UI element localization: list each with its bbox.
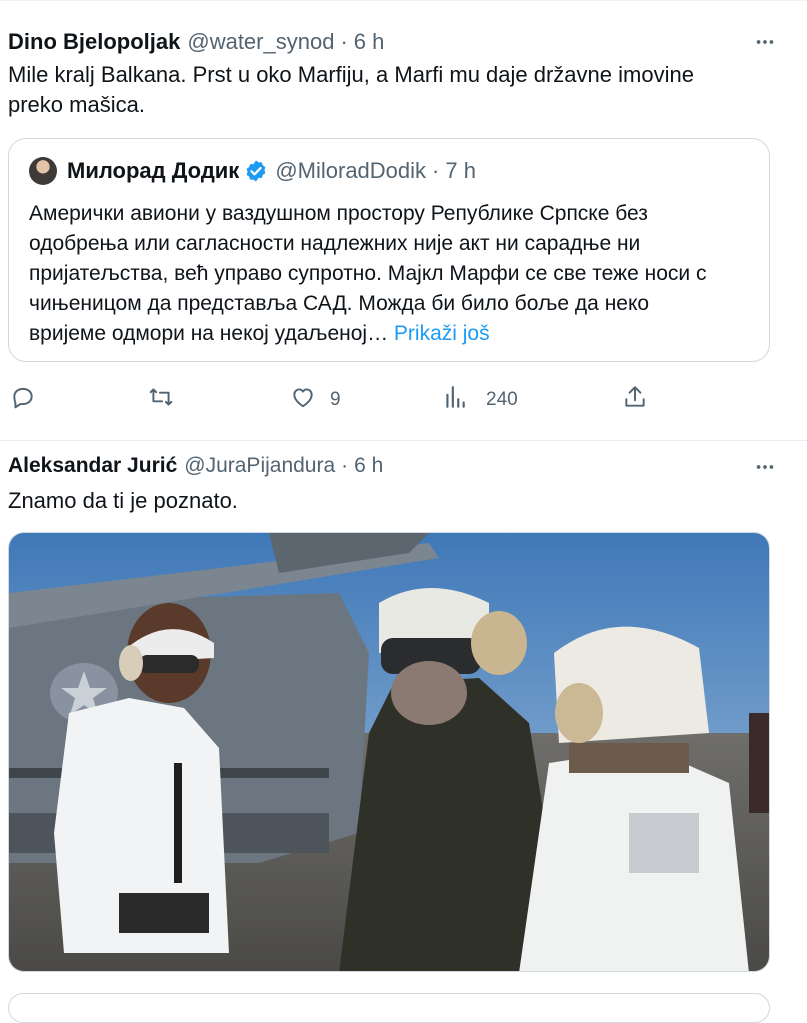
quote-text-line: чињеницом да представља САД. Можда би би… [29, 292, 650, 315]
tweet-2[interactable]: Aleksandar Jurić @JuraPijandura · 6 h Zn… [0, 441, 807, 1023]
reply-button[interactable] [10, 380, 36, 420]
quoted-tweet[interactable]: Милорад Додик @MiloradDodik · 7 h Америч… [8, 138, 770, 362]
tweet-photo[interactable] [8, 532, 770, 972]
quote-author-name[interactable]: Милорад Додик [67, 158, 239, 184]
separator: · [340, 29, 348, 54]
avatar[interactable] [29, 157, 57, 185]
quote-timestamp[interactable]: 7 h [445, 158, 476, 184]
show-more-link[interactable]: Prikaži još [394, 322, 490, 345]
tweet-text-line: preko mašica. [8, 92, 145, 117]
quote-author-handle[interactable]: @MiloradDodik [275, 158, 426, 184]
more-icon[interactable] [753, 30, 777, 54]
tweet-header: Dino Bjelopoljak @water_synod · 6 h [8, 28, 384, 56]
next-card-preview [8, 993, 770, 1023]
like-button[interactable]: 9 [290, 380, 341, 420]
timestamp[interactable]: 6 h [354, 28, 385, 56]
author-name[interactable]: Dino Bjelopoljak [8, 28, 180, 56]
photo-illustration [9, 533, 769, 971]
like-count: 9 [330, 389, 341, 410]
author-name[interactable]: Aleksandar Jurić [8, 452, 177, 480]
quote-text-line: Амерички авиони у ваздушном простору Реп… [29, 202, 648, 225]
quote-text-line-last: вријеме одмори на некој удаљеној… Prikaž… [29, 319, 706, 349]
share-icon [622, 384, 648, 416]
retweet-button[interactable] [148, 380, 174, 420]
quote-text-line: пријатељства, већ управо супротно. Мајкл… [29, 262, 707, 285]
tweet-text: Znamo da ti je poznato. [8, 488, 238, 513]
share-button[interactable] [622, 380, 648, 420]
views-icon [442, 384, 468, 416]
author-handle[interactable]: @water_synod [187, 28, 334, 56]
quote-text-line: одобрења или сагласности надлежних није … [29, 232, 641, 255]
separator: · [341, 454, 349, 477]
more-icon[interactable] [753, 455, 777, 479]
quote-text-line: вријеме одмори на некој удаљеној… [29, 322, 389, 345]
views-count: 240 [486, 389, 518, 410]
action-bar: 9 240 [0, 380, 807, 420]
tweet-header: Aleksandar Jurić @JuraPijandura · 6 h [8, 452, 383, 480]
timestamp[interactable]: 6 h [354, 452, 383, 480]
quote-text: Амерички авиони у ваздушном простору Реп… [29, 199, 706, 349]
tweet-text-line: Mile kralj Balkana. Prst u oko Marfiju, … [8, 62, 694, 87]
reply-icon [10, 384, 36, 416]
author-handle[interactable]: @JuraPijandura [184, 452, 335, 480]
like-icon [290, 384, 316, 416]
verified-badge-icon [244, 159, 268, 183]
separator: · [432, 158, 440, 183]
views-button[interactable]: 240 [442, 380, 518, 420]
tweet-text: Mile kralj Balkana. Prst u oko Marfiju, … [8, 60, 694, 120]
quote-header: Милорад Додик @MiloradDodik · 7 h [29, 157, 476, 185]
tweet-1[interactable]: Dino Bjelopoljak @water_synod · 6 h Mile… [0, 0, 807, 440]
retweet-icon [148, 384, 174, 416]
